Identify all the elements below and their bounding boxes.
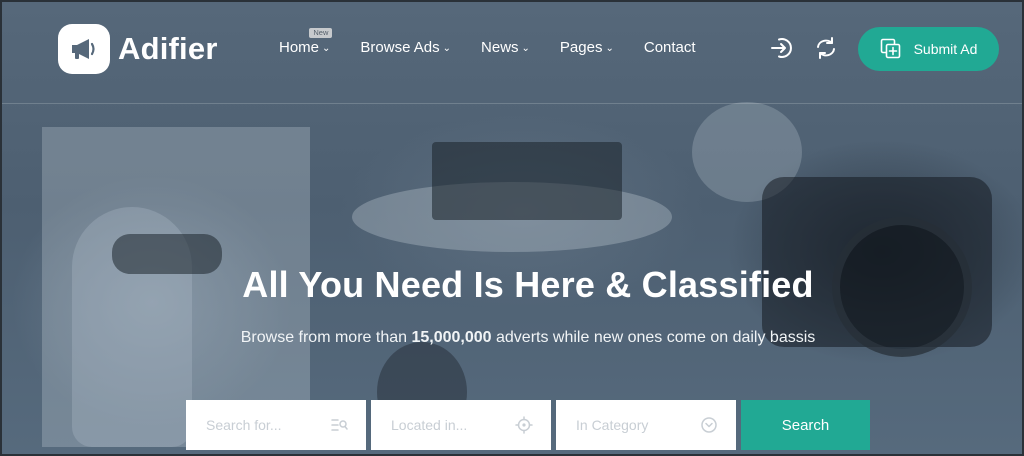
hero-subtitle-suffix: adverts while new ones come on daily bas… [491, 329, 816, 346]
add-ad-icon [880, 38, 900, 59]
adverts-count: 15,000,000 [411, 329, 492, 346]
brand-name: Adifier [118, 31, 218, 66]
search-button[interactable]: Search [741, 400, 870, 450]
nav-item-contact[interactable]: Contact [644, 39, 696, 56]
hero-section: Adifier Home ⌄ New Browse Ads ⌄ News ⌄ P… [0, 0, 1024, 456]
login-icon[interactable] [767, 33, 797, 63]
chevron-down-icon: ⌄ [521, 43, 530, 54]
chevron-down-icon: ⌄ [605, 43, 614, 54]
location-field[interactable]: Located in... [371, 400, 551, 450]
keyword-search-field[interactable]: Search for... [186, 400, 366, 450]
chevron-down-icon: ⌄ [442, 43, 452, 54]
nav-item-browse-ads[interactable]: Browse Ads ⌄ [360, 39, 451, 56]
nav-item-home[interactable]: Home ⌄ New [279, 28, 333, 56]
main-nav: Home ⌄ New Browse Ads ⌄ News ⌄ Pages ⌄ C… [279, 28, 696, 56]
nav-item-label: Browse Ads [360, 39, 440, 56]
search-options-icon [330, 416, 348, 434]
logo[interactable]: Adifier [58, 24, 218, 74]
hero-subtitle-prefix: Browse from more than [240, 329, 412, 346]
sync-icon[interactable] [811, 33, 841, 63]
megaphone-icon [58, 24, 110, 74]
category-placeholder: In Category [576, 417, 649, 433]
background-console [432, 142, 622, 220]
submit-ad-label: Submit Ad [913, 41, 978, 57]
hero-subtitle: Browse from more than 15,000,000 adverts… [2, 329, 1022, 347]
nav-item-pages[interactable]: Pages ⌄ [560, 39, 614, 56]
nav-item-label: Contact [643, 39, 696, 56]
nav-item-label: Home [279, 39, 320, 56]
hero-title: All You Need Is Here & Classified [242, 264, 814, 305]
location-icon [515, 416, 533, 434]
location-placeholder: Located in... [391, 417, 468, 433]
chevron-down-icon: ⌄ [322, 43, 331, 54]
nav-item-label: News [481, 39, 519, 56]
keyword-placeholder: Search for... [206, 417, 282, 433]
nav-item-label: Pages [559, 39, 603, 56]
submit-ad-button[interactable]: Submit Ad [858, 27, 999, 71]
nav-item-news[interactable]: News ⌄ [481, 39, 530, 56]
category-select[interactable]: In Category [556, 400, 736, 450]
site-header: Adifier Home ⌄ New Browse Ads ⌄ News ⌄ P… [2, 2, 1022, 104]
new-badge: New [309, 28, 333, 38]
category-icon [700, 416, 718, 434]
search-bar: Search for... Located in... In Category … [186, 400, 870, 450]
